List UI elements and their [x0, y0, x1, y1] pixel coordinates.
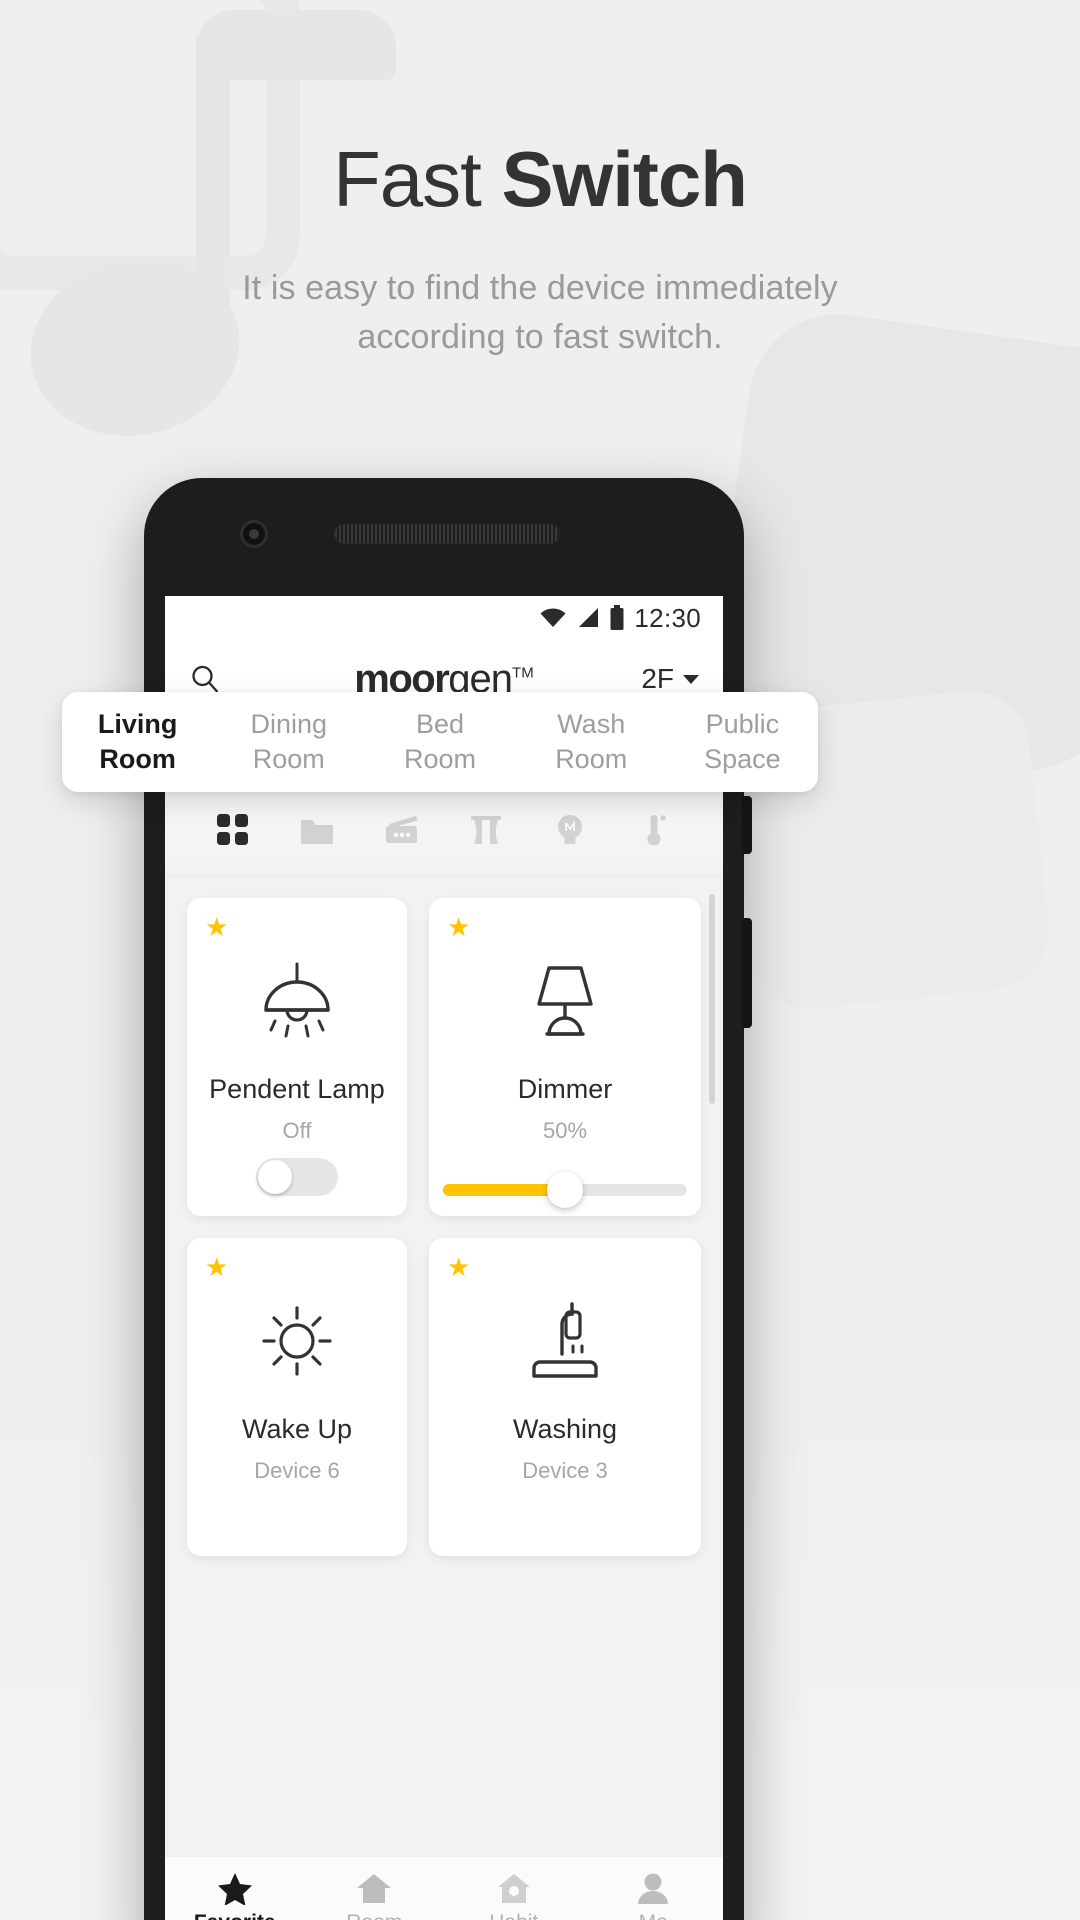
room-tab-line1: Dining: [250, 709, 328, 740]
background-music-note-flag: [196, 10, 396, 80]
room-tab-line1: Wash: [557, 709, 626, 740]
battery-icon: [610, 605, 624, 630]
room-tab-wash-room[interactable]: Wash Room: [516, 707, 667, 776]
promo-header: Fast Switch It is easy to find the devic…: [0, 140, 1080, 363]
favorite-star-icon[interactable]: ★: [447, 914, 470, 940]
nav-item-room[interactable]: Room: [305, 1871, 445, 1920]
favorite-star-icon[interactable]: ★: [205, 914, 228, 940]
earpiece-speaker: [334, 524, 560, 544]
device-card-washing[interactable]: ★ Washing Device 3: [429, 1238, 701, 1556]
music-radio-icon: [385, 815, 418, 843]
device-state: 50%: [542, 1118, 588, 1143]
slider-knob[interactable]: [547, 1172, 583, 1208]
grid-icon: [217, 813, 249, 845]
room-tab-living-room[interactable]: Living Room: [62, 707, 213, 776]
category-music-radio[interactable]: [360, 814, 444, 846]
category-curtain[interactable]: [444, 814, 528, 846]
device-state: Off: [282, 1118, 312, 1143]
status-bar-time: 12:30: [634, 602, 701, 633]
category-thermometer[interactable]: [613, 813, 697, 847]
power-toggle[interactable]: [256, 1158, 338, 1196]
device-grid-area: ★ Pendent Lamp Off ★ Dimmer 50% ★ Wake U…: [165, 876, 723, 1856]
category-folder[interactable]: [275, 814, 359, 846]
chevron-down-icon: [683, 674, 699, 684]
room-tab-dining-room[interactable]: Dining Room: [213, 707, 364, 776]
nav-label: Favorite: [194, 1911, 276, 1920]
device-card-dimmer[interactable]: ★ Dimmer 50%: [429, 898, 701, 1216]
room-tab-line2: Space: [704, 744, 781, 774]
room-tab-line2: Room: [555, 744, 628, 774]
device-control: [443, 1172, 687, 1208]
status-bar: 12:30: [165, 596, 723, 640]
promo-subtitle: It is easy to find the device immediatel…: [0, 264, 1080, 363]
power-button[interactable]: [742, 796, 752, 854]
pendant-lamp-icon: [254, 958, 340, 1044]
floor-selector-label: 2F: [641, 663, 674, 694]
device-name: Wake Up: [241, 1414, 353, 1444]
room-tab-line2: Room: [99, 744, 176, 774]
shower-icon: [526, 1298, 604, 1384]
nav-label: Habit: [489, 1911, 538, 1920]
front-camera-icon: [240, 520, 268, 548]
room-tab-line1: Living: [97, 709, 178, 740]
nav-label: Me: [639, 1911, 668, 1920]
device-control: [201, 1158, 393, 1196]
category-icon-row: [165, 784, 723, 876]
device-card-pendent-lamp[interactable]: ★ Pendent Lamp Off: [187, 898, 407, 1216]
page-title: Fast Switch: [0, 140, 1080, 218]
page-title-bold: Switch: [501, 135, 748, 223]
device-name: Dimmer: [517, 1074, 613, 1104]
search-icon[interactable]: [189, 663, 221, 695]
device-card-wake-up[interactable]: ★ Wake Up Device 6: [187, 1238, 407, 1556]
scrollbar[interactable]: [709, 894, 715, 1104]
thermometer-icon: [647, 814, 666, 845]
nav-item-me[interactable]: Me: [584, 1871, 724, 1920]
device-name: Washing: [512, 1414, 618, 1444]
room-tab-public-space[interactable]: Public Space: [667, 707, 818, 776]
room-tab-line1: Bed: [415, 709, 465, 740]
room-tab-line1: Public: [705, 709, 780, 740]
brightness-slider[interactable]: [443, 1172, 687, 1208]
wifi-icon: [540, 608, 566, 627]
room-tab-line2: Room: [403, 744, 477, 774]
category-grid[interactable]: [191, 813, 275, 847]
phone-screen: 12:30 moorgenTM 2F ★ Pendent Lamp Off ★ …: [165, 596, 723, 1920]
signal-icon: [579, 608, 599, 627]
bottom-navigation: Favorite Room Habit Me: [165, 1856, 723, 1920]
floor-selector[interactable]: 2F: [641, 663, 699, 695]
curtain-icon: [471, 815, 502, 844]
star-icon: [217, 1872, 252, 1905]
device-state: Device 3: [522, 1458, 608, 1483]
room-tabs-card: Living Room Dining Room Bed Room Wash Ro…: [62, 692, 818, 792]
person-icon: [638, 1873, 669, 1904]
home-icon: [357, 1873, 392, 1903]
promo-subtitle-line1: It is easy to find the device immediatel…: [242, 269, 838, 307]
bulb-icon: [558, 814, 583, 844]
folder-icon: [301, 819, 334, 844]
device-grid: ★ Pendent Lamp Off ★ Dimmer 50% ★ Wake U…: [187, 898, 701, 1556]
page-title-light: Fast: [333, 135, 502, 223]
device-state: Device 6: [254, 1458, 340, 1483]
habit-icon: [497, 1873, 530, 1903]
toggle-knob: [258, 1160, 292, 1194]
category-bulb[interactable]: [528, 813, 612, 847]
promo-subtitle-line2: according to fast switch.: [357, 318, 723, 357]
volume-button[interactable]: [742, 918, 752, 1028]
nav-label: Room: [346, 1911, 402, 1920]
room-tab-bed-room[interactable]: Bed Room: [364, 707, 515, 776]
room-tab-line2: Room: [252, 744, 325, 774]
table-lamp-icon: [525, 958, 605, 1044]
device-name: Pendent Lamp: [209, 1074, 385, 1104]
favorite-star-icon[interactable]: ★: [447, 1254, 470, 1280]
nav-item-habit[interactable]: Habit: [444, 1871, 584, 1920]
nav-item-favorite[interactable]: Favorite: [165, 1871, 305, 1920]
sun-icon: [256, 1298, 338, 1384]
favorite-star-icon[interactable]: ★: [205, 1254, 228, 1280]
app-logo-trademark: TM: [512, 664, 534, 682]
